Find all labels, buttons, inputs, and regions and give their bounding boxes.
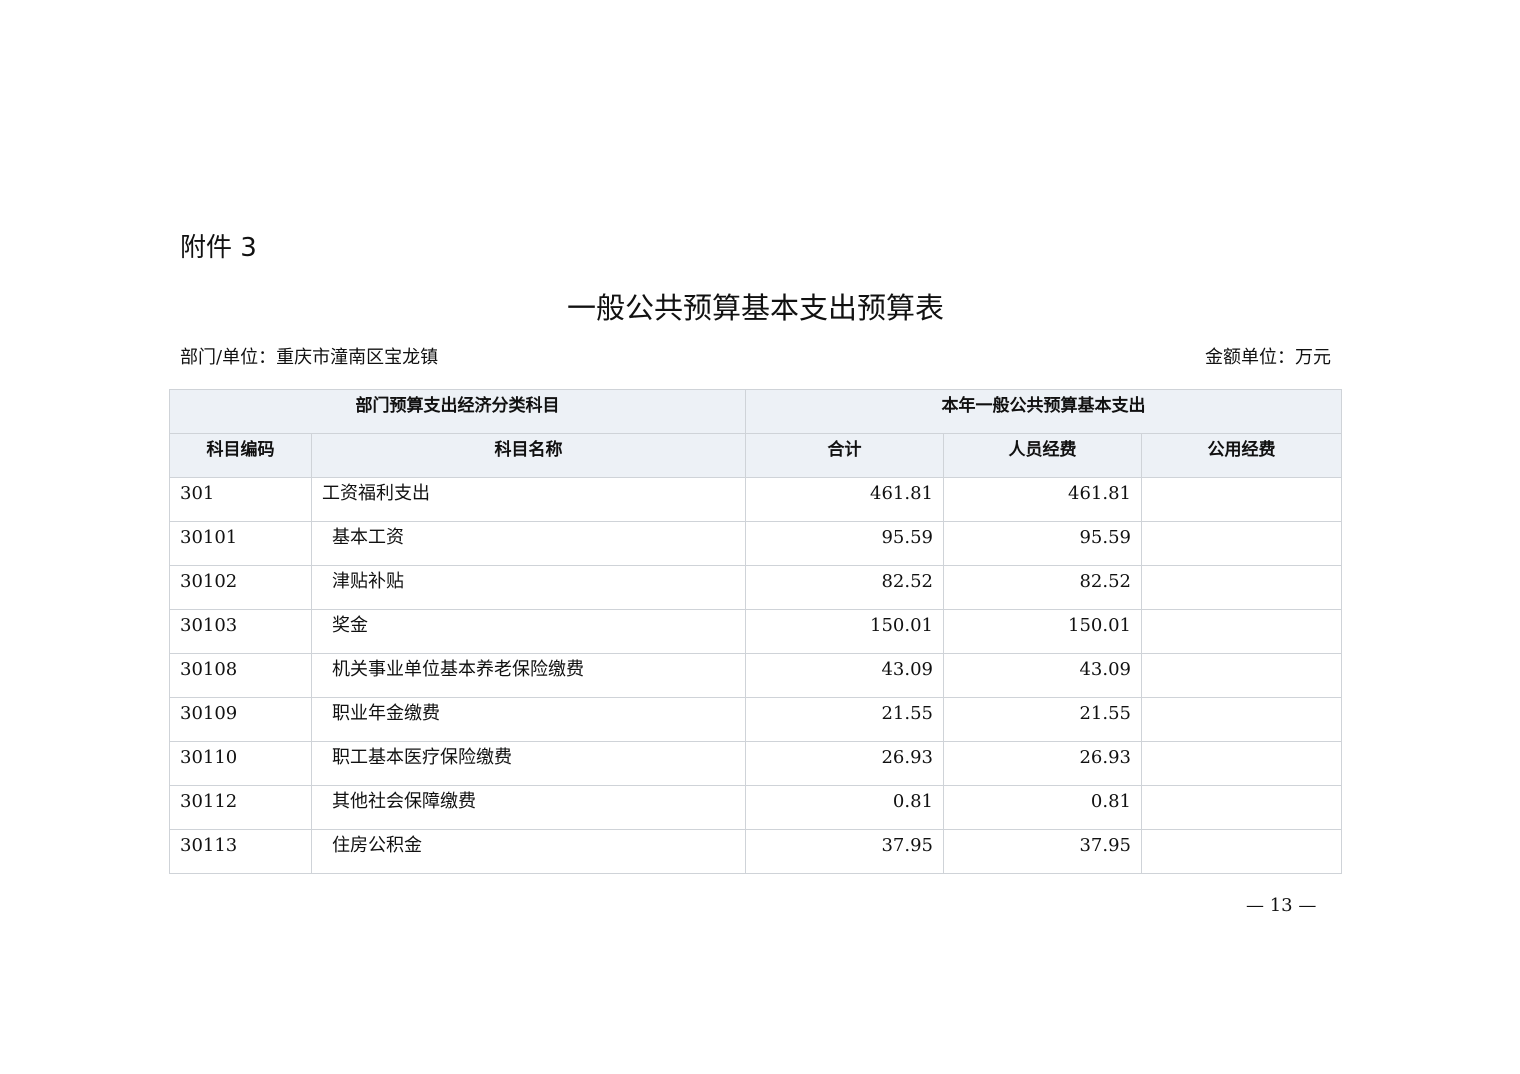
row-code: 30103 (169, 609, 312, 654)
row-total: 21.55 (745, 697, 944, 742)
budget-table: 部门预算支出经济分类科目 本年一般公共预算基本支出 科目编码 科目名称 合计 人… (169, 389, 1342, 874)
row-public (1141, 741, 1342, 786)
row-public (1141, 829, 1342, 874)
code-column-header: 科目编码 (169, 433, 312, 478)
row-code: 30110 (169, 741, 312, 786)
table-row: 30110 职工基本医疗保险缴费 26.93 26.93 (169, 741, 1342, 786)
current-year-group-header: 本年一般公共预算基本支出 (745, 389, 1342, 434)
row-name: 机关事业单位基本养老保险缴费 (311, 653, 746, 698)
row-personnel: 150.01 (943, 609, 1142, 654)
row-total: 37.95 (745, 829, 944, 874)
table-row: 30113 住房公积金 37.95 37.95 (169, 829, 1342, 874)
row-total: 26.93 (745, 741, 944, 786)
row-personnel: 461.81 (943, 477, 1142, 522)
personnel-column-header: 人员经费 (943, 433, 1142, 478)
table-row: 30101 基本工资 95.59 95.59 (169, 521, 1342, 566)
row-name: 基本工资 (311, 521, 746, 566)
row-name: 职工基本医疗保险缴费 (311, 741, 746, 786)
row-code: 30112 (169, 785, 312, 830)
page-title: 一般公共预算基本支出预算表 (566, 291, 944, 325)
table-row: 30103 奖金 150.01 150.01 (169, 609, 1342, 654)
row-name: 工资福利支出 (311, 477, 746, 522)
row-code: 30101 (169, 521, 312, 566)
row-total: 95.59 (745, 521, 944, 566)
row-public (1141, 653, 1342, 698)
amount-unit-label: 金额单位：万元 (1205, 347, 1331, 368)
name-column-header: 科目名称 (311, 433, 746, 478)
table-row: 30112 其他社会保障缴费 0.81 0.81 (169, 785, 1342, 830)
row-total: 82.52 (745, 565, 944, 610)
row-public (1141, 521, 1342, 566)
page-number: — 13 — (1246, 895, 1317, 916)
row-total: 150.01 (745, 609, 944, 654)
row-personnel: 26.93 (943, 741, 1142, 786)
row-public (1141, 477, 1342, 522)
row-total: 43.09 (745, 653, 944, 698)
row-code: 30108 (169, 653, 312, 698)
row-name: 津贴补贴 (311, 565, 746, 610)
row-total: 0.81 (745, 785, 944, 830)
row-personnel: 37.95 (943, 829, 1142, 874)
table-row: 301 工资福利支出 461.81 461.81 (169, 477, 1342, 522)
column-header-row: 科目编码 科目名称 合计 人员经费 公用经费 (169, 433, 1342, 478)
total-column-header: 合计 (745, 433, 944, 478)
row-personnel: 43.09 (943, 653, 1142, 698)
group-header-row: 部门预算支出经济分类科目 本年一般公共预算基本支出 (169, 389, 1342, 434)
department-label: 部门/单位：重庆市潼南区宝龙镇 (180, 347, 439, 368)
row-total: 461.81 (745, 477, 944, 522)
row-personnel: 21.55 (943, 697, 1142, 742)
public-column-header: 公用经费 (1141, 433, 1342, 478)
row-code: 30109 (169, 697, 312, 742)
row-public (1141, 697, 1342, 742)
category-group-header: 部门预算支出经济分类科目 (169, 389, 746, 434)
row-personnel: 95.59 (943, 521, 1142, 566)
row-name: 奖金 (311, 609, 746, 654)
row-name: 住房公积金 (311, 829, 746, 874)
row-name: 其他社会保障缴费 (311, 785, 746, 830)
row-public (1141, 785, 1342, 830)
row-code: 301 (169, 477, 312, 522)
row-personnel: 82.52 (943, 565, 1142, 610)
attachment-label: 附件 3 (180, 233, 257, 263)
table-row: 30109 职业年金缴费 21.55 21.55 (169, 697, 1342, 742)
row-code: 30102 (169, 565, 312, 610)
row-public (1141, 565, 1342, 610)
row-public (1141, 609, 1342, 654)
row-code: 30113 (169, 829, 312, 874)
table-row: 30102 津贴补贴 82.52 82.52 (169, 565, 1342, 610)
row-personnel: 0.81 (943, 785, 1142, 830)
row-name: 职业年金缴费 (311, 697, 746, 742)
table-row: 30108 机关事业单位基本养老保险缴费 43.09 43.09 (169, 653, 1342, 698)
